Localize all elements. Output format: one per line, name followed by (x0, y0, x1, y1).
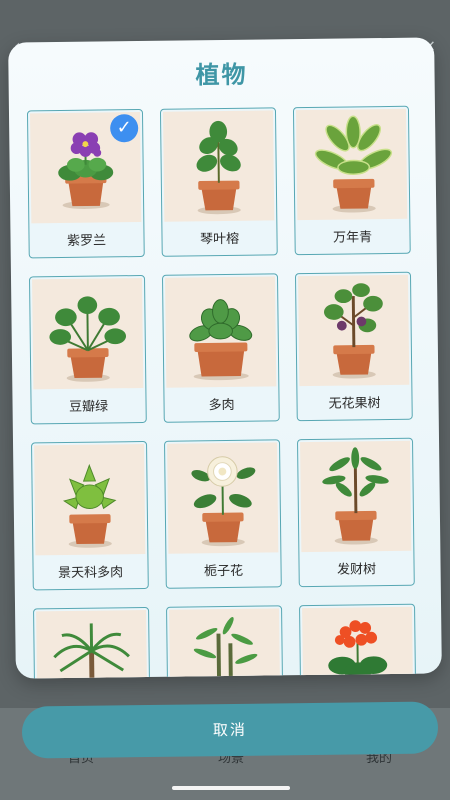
fiddle-leaf-fig-plant-icon (162, 110, 275, 222)
plant-label: 景天科多肉 (58, 565, 124, 582)
plant-picker-modal: 植物 ✓ 紫罗兰 琴叶榕 万年青 豆瓣绿 多肉 无花果树 景天科多肉 栀子花 发… (8, 37, 442, 679)
bamboo-plant-icon (169, 608, 281, 679)
plant-label: 万年青 (332, 230, 373, 246)
cancel-button[interactable]: 取消 (21, 701, 439, 759)
plant-label: 多肉 (208, 397, 235, 414)
plant-card[interactable] (33, 606, 151, 679)
peperomia-plant-icon (32, 278, 144, 390)
selected-check-icon: ✓ (110, 114, 139, 143)
home-indicator (172, 786, 290, 790)
crassula-succulent-plant-icon (34, 443, 146, 556)
plant-card[interactable]: 无花果树 (294, 271, 413, 422)
modal-title: 植物 (195, 60, 248, 90)
plant-card[interactable] (166, 605, 284, 679)
plant-card[interactable]: 万年青 (292, 105, 411, 256)
plant-card[interactable]: 栀子花 (164, 439, 282, 589)
plant-grid: ✓ 紫罗兰 琴叶榕 万年青 豆瓣绿 多肉 无花果树 景天科多肉 栀子花 发财树 (26, 105, 425, 679)
fig-tree-plant-icon (298, 274, 410, 387)
plant-label: 紫罗兰 (66, 233, 107, 249)
dieffenbachia-plant-icon (295, 108, 408, 221)
plant-label: 发财树 (336, 562, 377, 578)
plant-label: 琴叶榕 (199, 231, 240, 248)
plant-card[interactable]: 琴叶榕 (159, 107, 278, 257)
plant-card[interactable] (299, 603, 417, 679)
plant-card[interactable]: 多肉 (161, 273, 280, 423)
plant-label: 栀子花 (204, 563, 244, 580)
palm-plant-icon (36, 609, 148, 679)
plant-card[interactable]: 豆瓣绿 (28, 274, 147, 425)
plant-label: 无花果树 (328, 396, 381, 412)
kalanchoe-plant-icon (302, 606, 414, 679)
gardenia-plant-icon (167, 442, 279, 554)
plant-card[interactable]: ✓ 紫罗兰 (26, 108, 145, 259)
succulent-plant-icon (165, 276, 277, 388)
plant-label: 豆瓣绿 (68, 399, 109, 415)
plant-card[interactable]: 发财树 (296, 437, 415, 588)
plant-card[interactable]: 景天科多肉 (31, 440, 149, 591)
money-tree-plant-icon (300, 440, 412, 553)
